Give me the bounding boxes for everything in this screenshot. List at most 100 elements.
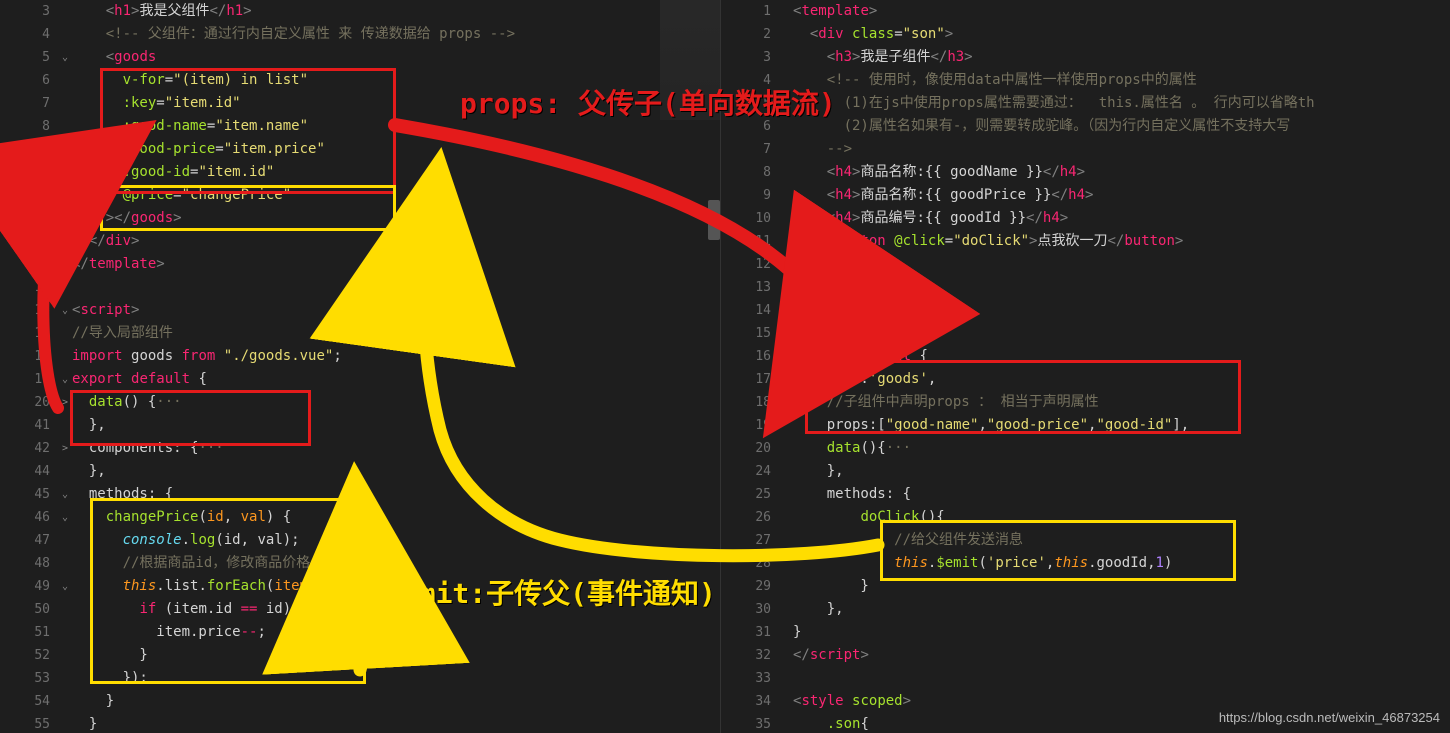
code-content[interactable]: <!-- 父组件：通过行内自定义属性 来 传递数据给 props --> <box>72 23 515 46</box>
code-content[interactable]: name:'goods', <box>793 368 936 391</box>
code-line[interactable]: 16export default { <box>721 345 1450 368</box>
code-line[interactable]: 33 <box>721 667 1450 690</box>
code-line[interactable]: 7 :key="item.id" <box>0 92 720 115</box>
code-line[interactable]: 16⌄<script> <box>0 299 720 322</box>
code-line[interactable]: 49⌄ this.list.forEach(item => { <box>0 575 720 598</box>
code-content[interactable]: <h3>我是子组件</h3> <box>793 46 973 69</box>
code-content[interactable]: if (item.id == id) { <box>72 598 308 621</box>
code-content[interactable]: }); <box>72 667 148 690</box>
code-line[interactable]: 12 </div> <box>721 253 1450 276</box>
code-line[interactable]: 41 }, <box>0 414 720 437</box>
fold-icon[interactable]: ⌄ <box>58 46 72 69</box>
code-content[interactable]: <h1>我是父组件</h1> <box>72 0 252 23</box>
code-content[interactable]: } <box>72 690 114 713</box>
code-content[interactable]: :good-price="item.price" <box>72 138 325 161</box>
code-line[interactable]: 50 if (item.id == id) { <box>0 598 720 621</box>
code-content[interactable]: //子组件中声明props ： 相当于声明属性 <box>793 391 1099 414</box>
code-content[interactable]: //根据商品id，修改商品价格 <box>72 552 310 575</box>
code-line[interactable]: 26 doClick(){ <box>721 506 1450 529</box>
code-content[interactable]: export default { <box>72 368 207 391</box>
code-content[interactable]: } <box>793 575 869 598</box>
code-line[interactable]: 31} <box>721 621 1450 644</box>
code-line[interactable]: 25 methods: { <box>721 483 1450 506</box>
code-content[interactable]: <script> <box>793 322 860 345</box>
code-content[interactable]: components: {··· <box>72 437 224 460</box>
code-content[interactable]: data() {··· <box>72 391 182 414</box>
code-line[interactable]: 5 (1)在js中使用props属性需要通过： this.属性名 。 行内可以省… <box>721 92 1450 115</box>
code-line[interactable]: 20 data(){··· <box>721 437 1450 460</box>
code-line[interactable]: 46⌄ changePrice(id, val) { <box>0 506 720 529</box>
fold-icon[interactable]: ⌄ <box>58 299 72 322</box>
left-editor-pane[interactable]: 3 <h1>我是父组件</h1>4 <!-- 父组件：通过行内自定义属性 来 传… <box>0 0 721 733</box>
code-content[interactable]: changePrice(id, val) { <box>72 506 291 529</box>
code-line[interactable]: 30 }, <box>721 598 1450 621</box>
code-line[interactable]: 7 --> <box>721 138 1450 161</box>
fold-icon[interactable]: ⌄ <box>58 368 72 391</box>
code-line[interactable]: 15<script> <box>721 322 1450 345</box>
code-content[interactable]: <goods <box>72 46 156 69</box>
code-content[interactable]: <script> <box>72 299 139 322</box>
code-content[interactable]: </template> <box>72 253 165 276</box>
code-content[interactable]: } <box>72 644 148 667</box>
code-content[interactable]: :good-id="item.id" <box>72 161 274 184</box>
code-line[interactable]: 44 }, <box>0 460 720 483</box>
code-line[interactable]: 14 <box>721 299 1450 322</box>
code-content[interactable]: <div class="son"> <box>793 23 953 46</box>
code-content[interactable]: @price="changePrice" <box>72 184 291 207</box>
code-line[interactable]: 45⌄ methods: { <box>0 483 720 506</box>
fold-icon[interactable]: ⌄ <box>58 506 72 529</box>
code-content[interactable]: :key="item.id" <box>72 92 241 115</box>
code-content[interactable]: } <box>793 621 801 644</box>
code-content[interactable]: }, <box>72 460 106 483</box>
code-line[interactable]: 13</template> <box>721 276 1450 299</box>
code-line[interactable]: 6 (2)属性名如果有-，则需要转成驼峰。（因为行内自定义属性不支持大写 <box>721 115 1450 138</box>
code-line[interactable]: 8 :good-name="item.name" <box>0 115 720 138</box>
code-content[interactable]: :good-name="item.name" <box>72 115 308 138</box>
code-line[interactable]: 5⌄ <goods <box>0 46 720 69</box>
code-line[interactable]: 20> data() {··· <box>0 391 720 414</box>
code-line[interactable]: 14</template> <box>0 253 720 276</box>
code-line[interactable]: 9 <h4>商品名称:{{ goodPrice }}</h4> <box>721 184 1450 207</box>
code-line[interactable]: 48 //根据商品id，修改商品价格 <box>0 552 720 575</box>
code-content[interactable]: <h4>商品名称:{{ goodName }}</h4> <box>793 161 1085 184</box>
code-content[interactable]: .son{ <box>793 713 869 733</box>
code-content[interactable]: }, <box>793 598 844 621</box>
fold-icon[interactable]: ⌄ <box>58 483 72 506</box>
code-content[interactable]: } <box>72 713 97 733</box>
code-content[interactable]: </div> <box>793 253 860 276</box>
code-content[interactable]: </script> <box>793 644 869 667</box>
code-line[interactable]: 3 <h1>我是父组件</h1> <box>0 0 720 23</box>
code-content[interactable]: </template> <box>793 276 886 299</box>
code-content[interactable]: <button @click="doClick">点我砍一刀</button> <box>793 230 1183 253</box>
code-line[interactable]: 3 <h3>我是子组件</h3> <box>721 46 1450 69</box>
code-line[interactable]: 53 }); <box>0 667 720 690</box>
code-line[interactable]: 11 @price="changePrice" <box>0 184 720 207</box>
code-content[interactable]: }, <box>72 414 106 437</box>
code-content[interactable]: v-for="(item) in list" <box>72 69 308 92</box>
code-content[interactable]: props:["good-name","good-price","good-id… <box>793 414 1189 437</box>
fold-icon[interactable]: > <box>58 391 72 414</box>
code-content[interactable]: //给父组件发送消息 <box>793 529 1023 552</box>
fold-icon[interactable]: ⌄ <box>58 575 72 598</box>
code-line[interactable]: 12 ></goods> <box>0 207 720 230</box>
code-line[interactable]: 4 <!-- 父组件：通过行内自定义属性 来 传递数据给 props --> <box>0 23 720 46</box>
code-content[interactable]: doClick(){ <box>793 506 945 529</box>
code-line[interactable]: 24 }, <box>721 460 1450 483</box>
code-content[interactable]: </div> <box>72 230 139 253</box>
code-line[interactable]: 47 console.log(id, val); <box>0 529 720 552</box>
code-line[interactable]: 10 :good-id="item.id" <box>0 161 720 184</box>
code-line[interactable]: 19⌄export default { <box>0 368 720 391</box>
code-content[interactable]: methods: { <box>72 483 173 506</box>
code-content[interactable]: <template> <box>793 0 877 23</box>
code-line[interactable]: 55 } <box>0 713 720 733</box>
code-line[interactable]: 17//导入局部组件 <box>0 322 720 345</box>
code-content[interactable]: }, <box>793 460 844 483</box>
code-line[interactable]: 19 props:["good-name","good-price","good… <box>721 414 1450 437</box>
code-line[interactable]: 27 //给父组件发送消息 <box>721 529 1450 552</box>
code-content[interactable]: <h4>商品名称:{{ goodPrice }}</h4> <box>793 184 1093 207</box>
code-line[interactable]: 2 <div class="son"> <box>721 23 1450 46</box>
code-line[interactable]: 11 <button @click="doClick">点我砍一刀</butto… <box>721 230 1450 253</box>
code-content[interactable]: item.price--; <box>72 621 266 644</box>
code-line[interactable]: 42> components: {··· <box>0 437 720 460</box>
code-line[interactable]: 13 </div> <box>0 230 720 253</box>
